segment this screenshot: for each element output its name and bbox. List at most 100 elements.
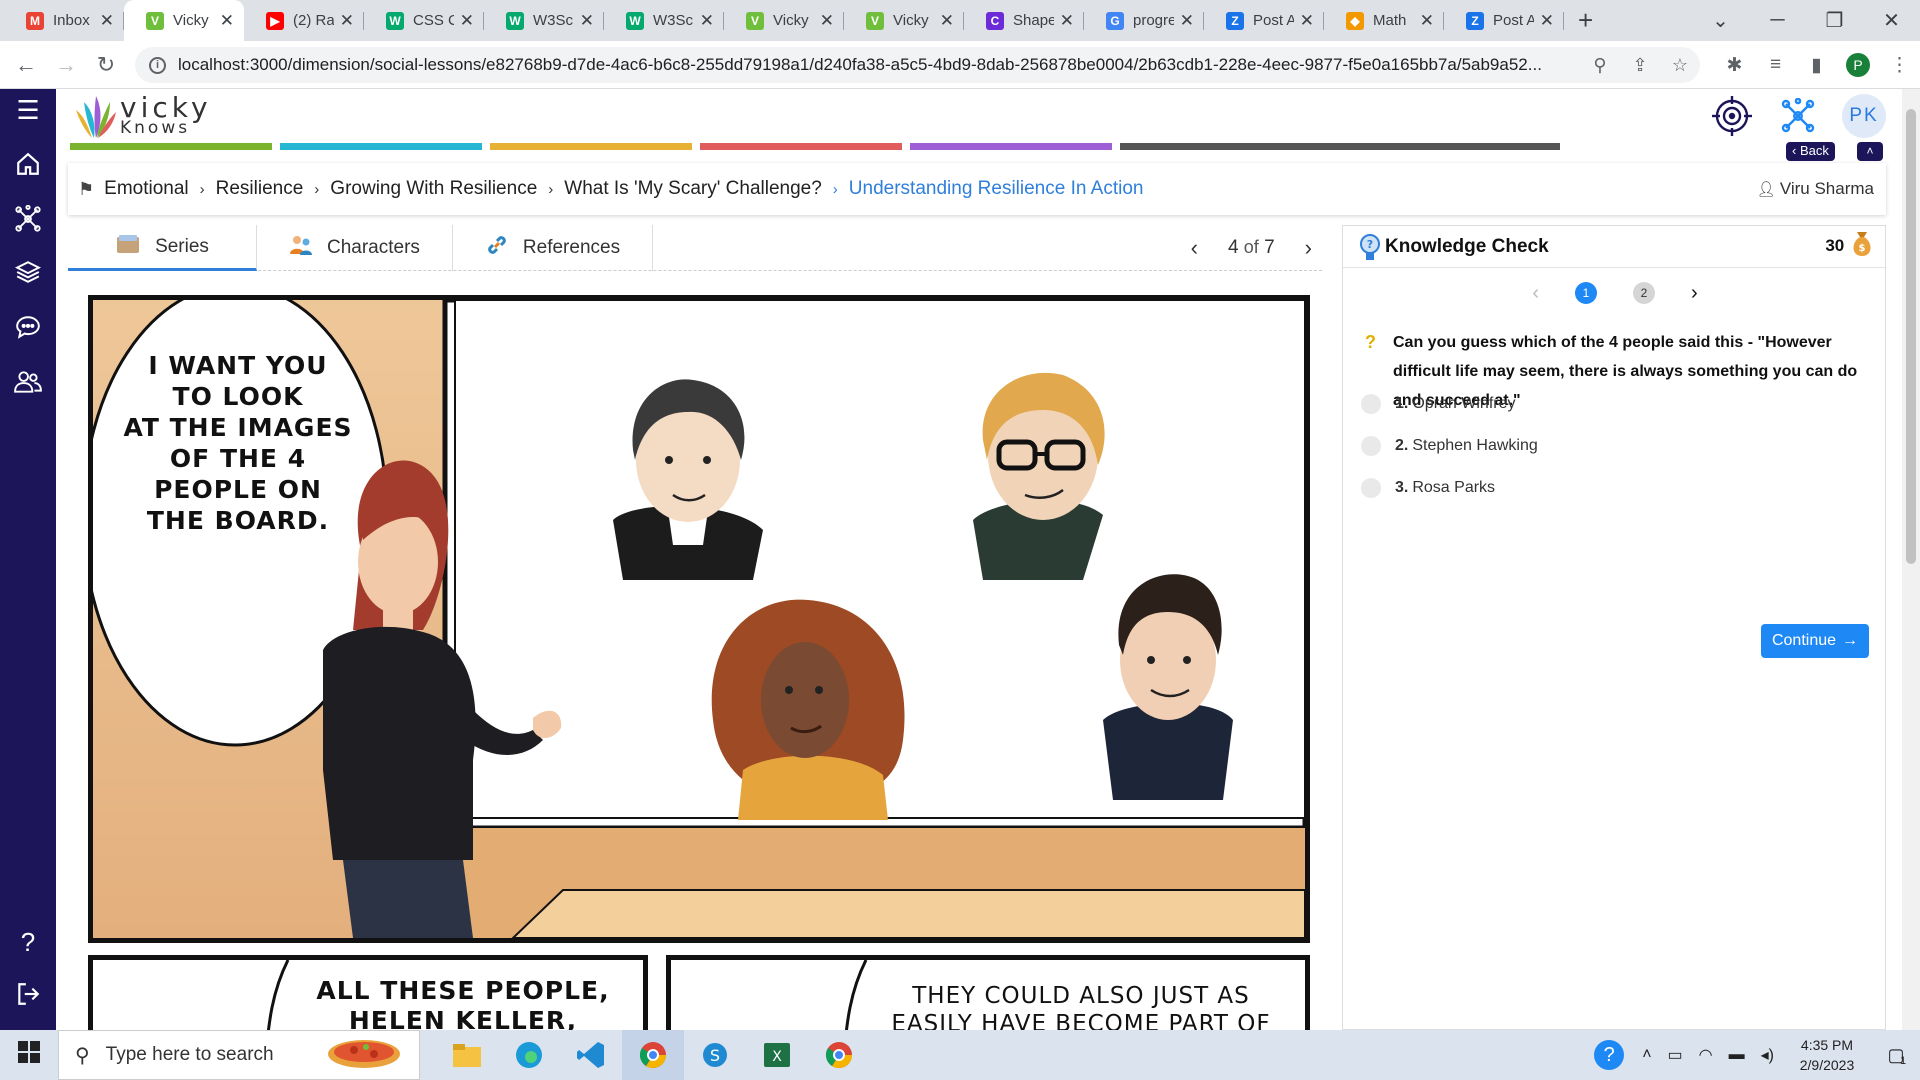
close-tab-icon[interactable]: ✕ [820, 11, 834, 31]
close-tab-icon[interactable]: ✕ [1540, 11, 1554, 31]
notification-count: 1 [1900, 1054, 1907, 1067]
question-2-button[interactable]: 2 [1633, 282, 1655, 304]
url-text[interactable]: localhost:3000/dimension/social-lessons/… [178, 55, 1580, 75]
breadcrumb-item[interactable]: Resilience [216, 178, 304, 200]
wifi-icon[interactable]: ◠ [1699, 1045, 1713, 1065]
answer-option[interactable]: 1. Oprah Winfrey [1361, 394, 1515, 414]
browser-tab[interactable]: Z Post A ✕ [1204, 0, 1324, 41]
scrollbar-thumb[interactable] [1906, 109, 1916, 564]
next-page-icon[interactable]: › [1305, 235, 1312, 261]
battery-icon[interactable]: ▬ [1729, 1046, 1745, 1064]
previous-page-icon[interactable]: ‹ [1191, 235, 1198, 261]
file-explorer-icon[interactable] [436, 1030, 498, 1080]
new-tab-button[interactable]: + [1578, 0, 1593, 41]
minimize-button[interactable]: ─ [1749, 9, 1806, 32]
help-icon[interactable]: ? [0, 927, 56, 958]
more-menu-icon[interactable]: ⋮ [1879, 54, 1920, 77]
browser-tab[interactable]: W CSS Cl ✕ [364, 0, 484, 41]
radio-button[interactable] [1361, 394, 1381, 414]
chat-icon[interactable] [0, 314, 56, 347]
edge-icon[interactable] [498, 1030, 560, 1080]
home-icon[interactable] [0, 151, 56, 184]
reload-icon[interactable]: ↻ [86, 52, 126, 78]
share-icon[interactable]: ⇪ [1620, 55, 1660, 76]
side-panel-icon[interactable]: ▮ [1796, 54, 1837, 77]
chrome-profile-icon[interactable] [808, 1030, 870, 1080]
browser-tab[interactable]: ▶ (2) Ra ✕ [244, 0, 364, 41]
users-icon[interactable] [0, 369, 56, 402]
answer-option[interactable]: 2. Stephen Hawking [1361, 436, 1538, 456]
vicky-knows-logo[interactable]: vicky Knows [70, 92, 212, 140]
browser-tab[interactable]: W W3Sch ✕ [604, 0, 724, 41]
close-tab-icon[interactable]: ✕ [1060, 11, 1074, 31]
back-button[interactable]: ‹ Back [1786, 142, 1835, 161]
chevron-up-icon[interactable]: ˄ [1642, 1046, 1651, 1064]
browser-tab[interactable]: W W3Sch ✕ [484, 0, 604, 41]
layers-icon[interactable] [0, 259, 56, 292]
radio-button[interactable] [1361, 436, 1381, 456]
close-tab-icon[interactable]: ✕ [700, 11, 714, 31]
breadcrumb-item[interactable]: Growing With Resilience [330, 178, 537, 200]
forward-arrow-icon[interactable]: → [46, 52, 86, 78]
reading-list-icon[interactable]: ≡ [1755, 54, 1796, 76]
collapse-up-button[interactable]: ˄ [1857, 142, 1883, 161]
tab-characters[interactable]: Characters [257, 225, 453, 271]
close-tab-icon[interactable]: ✕ [340, 11, 354, 31]
target-icon[interactable] [1710, 94, 1754, 138]
close-window-button[interactable]: ✕ [1863, 8, 1920, 33]
network-icon[interactable] [0, 204, 56, 240]
answer-option[interactable]: 3. Rosa Parks [1361, 478, 1495, 498]
vscode-icon[interactable] [560, 1030, 622, 1080]
close-tab-icon[interactable]: ✕ [1420, 11, 1434, 31]
browser-tab[interactable]: M Inbox ✕ [4, 0, 124, 41]
breadcrumb-item[interactable]: Emotional [104, 178, 189, 200]
browser-tab[interactable]: V Vicky ✕ [724, 0, 844, 41]
radio-button[interactable] [1361, 478, 1381, 498]
browser-tab[interactable]: V Vicky ✕ [124, 0, 244, 41]
bookmark-star-icon[interactable]: ☆ [1660, 55, 1700, 76]
notifications-icon[interactable]: ▢ 1 [1872, 1045, 1920, 1067]
tab-series[interactable]: Series [68, 225, 257, 271]
question-1-button[interactable]: 1 [1575, 282, 1597, 304]
clock[interactable]: 4:35 PM 2/9/2023 [1782, 1035, 1872, 1075]
close-tab-icon[interactable]: ✕ [100, 11, 114, 31]
next-question-icon[interactable]: › [1691, 282, 1698, 305]
meet-now-icon[interactable]: ▭ [1668, 1045, 1683, 1065]
excel-icon[interactable]: X [746, 1030, 808, 1080]
restore-button[interactable]: ❐ [1806, 8, 1863, 33]
network-hub-icon[interactable] [1776, 94, 1820, 138]
address-bar[interactable]: i localhost:3000/dimension/social-lesson… [135, 47, 1700, 83]
site-info-icon[interactable]: i [149, 56, 166, 74]
page-scrollbar[interactable] [1902, 89, 1920, 1030]
volume-icon[interactable]: ◂) [1761, 1045, 1774, 1065]
continue-button[interactable]: Continue → [1761, 624, 1869, 658]
close-tab-icon[interactable]: ✕ [460, 11, 474, 31]
close-tab-icon[interactable]: ✕ [580, 11, 594, 31]
logout-icon[interactable] [0, 981, 56, 1014]
browser-tab[interactable]: ◆ Math ✕ [1324, 0, 1444, 41]
help-circle-icon[interactable]: ? [1594, 1040, 1625, 1070]
profile-avatar[interactable]: P [1846, 53, 1870, 77]
user-avatar[interactable]: PK [1842, 94, 1886, 138]
chrome-icon[interactable] [622, 1030, 684, 1080]
browser-tab[interactable]: V Vicky ✕ [844, 0, 964, 41]
hamburger-menu-icon[interactable]: ☰ [0, 95, 56, 126]
browser-tab[interactable]: Gprogre ✕ [1084, 0, 1204, 41]
back-arrow-icon[interactable]: ← [6, 52, 46, 78]
breadcrumb-item[interactable]: What Is 'My Scary' Challenge? [564, 178, 822, 200]
lightbulb-icon: ? [1359, 233, 1381, 261]
close-tab-icon[interactable]: ✕ [940, 11, 954, 31]
extensions-icon[interactable]: ✱ [1714, 54, 1755, 77]
zoom-icon[interactable]: ⚲ [1580, 55, 1620, 76]
previous-question-icon[interactable]: ‹ [1532, 282, 1539, 305]
skype-icon[interactable]: S [684, 1030, 746, 1080]
windows-start-icon[interactable] [0, 1041, 58, 1069]
taskbar-search[interactable]: ⚲ Type here to search [58, 1030, 420, 1080]
close-tab-icon[interactable]: ✕ [220, 11, 234, 31]
browser-tab[interactable]: C Shape ✕ [964, 0, 1084, 41]
browser-tab[interactable]: Z Post A ✕ [1444, 0, 1564, 41]
tab-references[interactable]: References [453, 225, 654, 271]
close-tab-icon[interactable]: ✕ [1300, 11, 1314, 31]
close-tab-icon[interactable]: ✕ [1180, 11, 1194, 31]
tab-search-icon[interactable]: ⌄ [1692, 8, 1749, 33]
